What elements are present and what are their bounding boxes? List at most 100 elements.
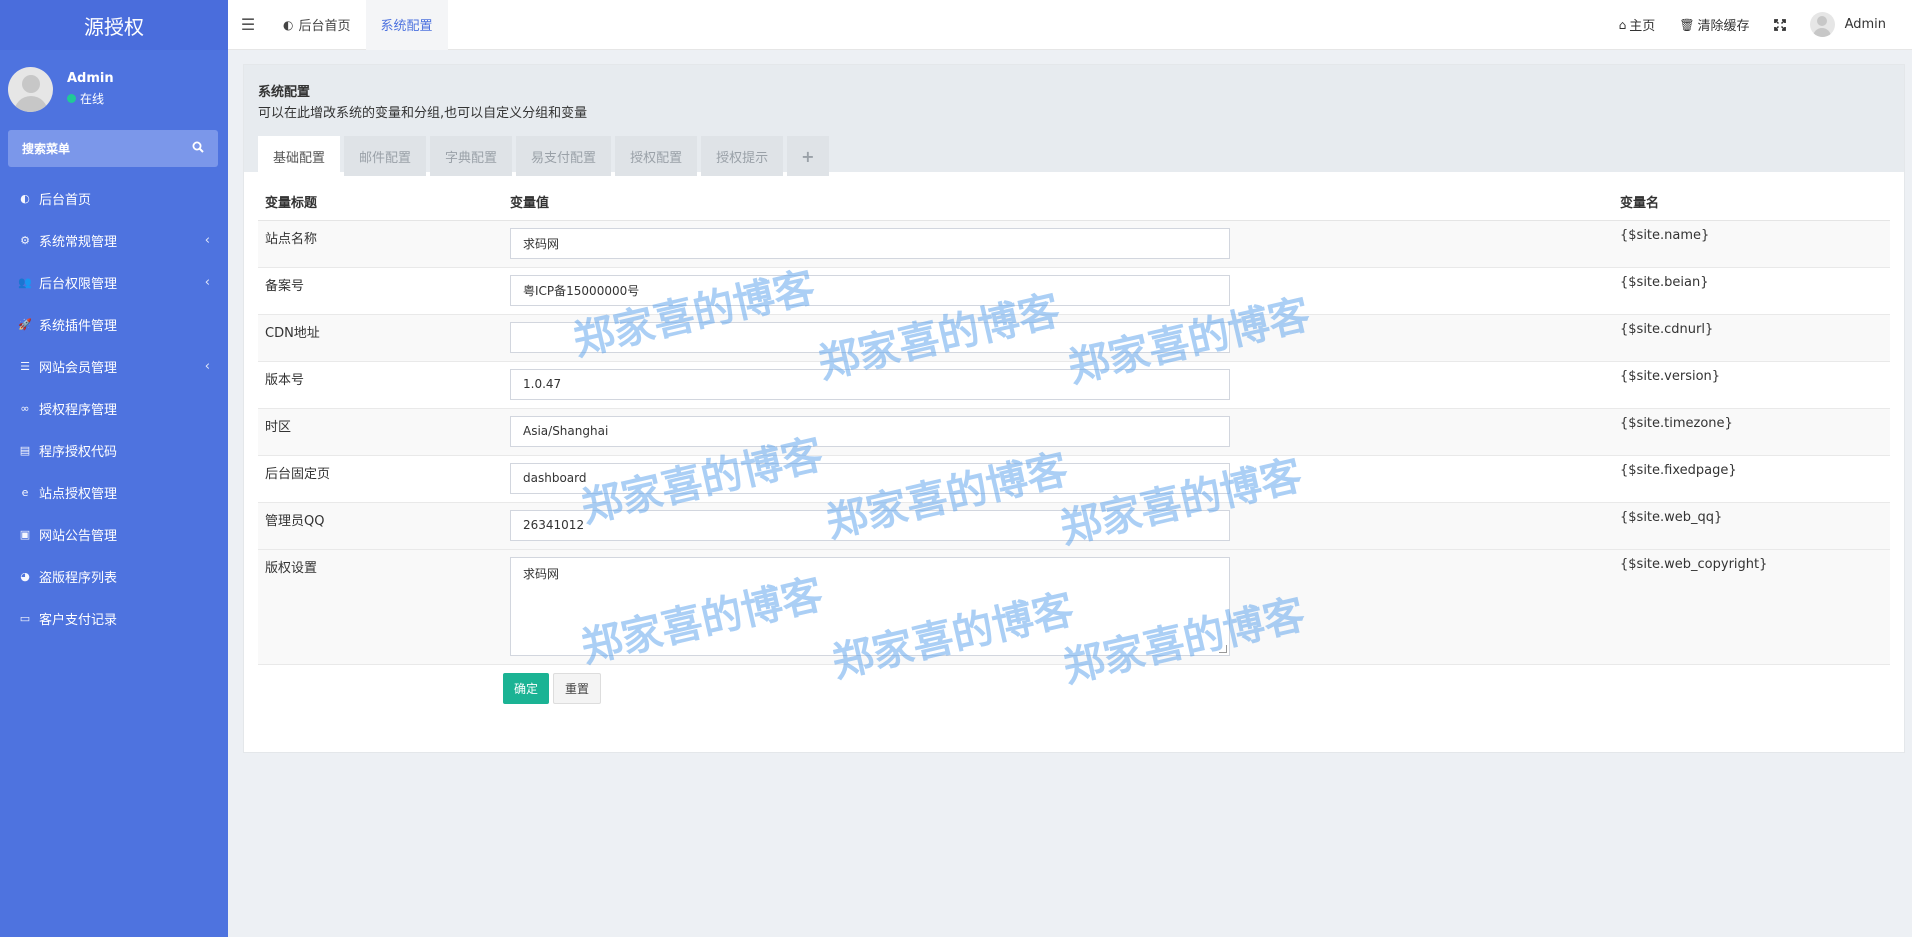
copyright-textarea[interactable]: 求码网: [510, 556, 1230, 656]
clear-cache-button[interactable]: 🗑 清除缓存: [1667, 15, 1761, 35]
value-input[interactable]: 粤ICP备15000000号: [510, 274, 1230, 306]
cogs-icon: ⚙: [20, 233, 30, 247]
sidebar-item[interactable]: 🚀 系统插件管理: [0, 303, 228, 345]
table-row: 备案号 粤ICP备15000000号 {$site.beian}: [258, 267, 1890, 315]
row-variable-name: {$site.name}: [1613, 220, 1890, 268]
user-avatar: [8, 66, 53, 112]
sidebar-item[interactable]: ▤ 程序授权代码: [0, 429, 228, 471]
home-link-label: 主页: [1629, 19, 1656, 34]
tab-dashboard[interactable]: ◐ 后台首页: [268, 0, 366, 50]
reset-button[interactable]: 重置: [553, 672, 602, 704]
app-logo[interactable]: 源授权: [0, 0, 228, 50]
row-title: 版本号: [258, 361, 503, 409]
user-menu[interactable]: Admin: [1798, 12, 1898, 37]
config-table: 变量标题 变量值 变量名 站点名称 求码网 {$site.name} 备案号 粤ICP备…: [258, 184, 1890, 665]
chevron-left-icon[interactable]: ‹: [205, 359, 210, 374]
config-tab[interactable]: 基础配置: [258, 136, 341, 176]
home-link[interactable]: ⌂ 主页: [1607, 15, 1668, 35]
tab-system-config-label: 系统配置: [380, 19, 433, 34]
table-row: 版本号 1.0.47 {$site.version}: [258, 361, 1890, 409]
copyright-textarea-value: 求码网: [523, 566, 560, 581]
sidebar-item[interactable]: e 站点授权管理: [0, 471, 228, 513]
config-tab[interactable]: 授权配置: [615, 136, 698, 176]
value-input[interactable]: Asia/Shanghai: [510, 415, 1230, 447]
row-variable-name: {$site.version}: [1613, 361, 1890, 409]
value-input[interactable]: [510, 321, 1230, 353]
table-row-copyright: 版权设置 求码网 {$site.web_copyright}: [258, 549, 1890, 665]
value-input[interactable]: 1.0.47: [510, 368, 1230, 400]
add-tab-button[interactable]: +: [787, 136, 829, 176]
drupal-icon: ◕: [20, 569, 30, 583]
row-title: 后台固定页: [258, 455, 503, 503]
rocket-icon: 🚀: [18, 317, 32, 331]
value-input[interactable]: 求码网: [510, 227, 1230, 259]
table-row: 管理员QQ 26341012 {$site.web_qq}: [258, 502, 1890, 550]
row-title: 版权设置: [258, 549, 503, 665]
sidebar-item-label: 网站公告管理: [39, 528, 118, 544]
config-tabs: 基础配置 邮件配置 字典配置 易支付配置 授权配置 授权提示 +: [258, 136, 1890, 176]
user-status-label: 在线: [80, 92, 105, 106]
sidebar-item-label: 客户支付记录: [39, 612, 118, 628]
value-input[interactable]: dashboard: [510, 462, 1230, 494]
tab-dashboard-label: 后台首页: [298, 19, 351, 34]
resize-grip-icon[interactable]: [1219, 644, 1227, 653]
dashboard-icon: ◐: [20, 191, 30, 205]
top-header: ☰ ◐ 后台首页 系统配置 ⌂ 主页 🗑 清除缓存 Admin: [228, 0, 1912, 50]
value-input-text: 粤ICP备15000000号: [523, 283, 640, 298]
table-row: 时区 Asia/Shanghai {$site.timezone}: [258, 408, 1890, 456]
search-icon[interactable]: [192, 141, 204, 156]
ie-icon: e: [21, 485, 29, 499]
sidebar-item-label: 系统插件管理: [39, 318, 118, 334]
config-tab[interactable]: 字典配置: [430, 136, 513, 176]
value-input-text: 求码网: [523, 236, 560, 251]
config-tab[interactable]: 易支付配置: [516, 136, 612, 176]
page-description: 可以在此增改系统的变量和分组,也可以自定义分组和变量: [258, 106, 588, 121]
config-tab[interactable]: 邮件配置: [344, 136, 427, 176]
chevron-left-icon[interactable]: ‹: [205, 275, 210, 290]
fullscreen-icon[interactable]: [1762, 18, 1798, 31]
users-icon: 👥: [18, 275, 32, 289]
clear-cache-label: 清除缓存: [1697, 19, 1750, 34]
row-variable-name: {$site.web_copyright}: [1613, 549, 1890, 665]
sidebar-item[interactable]: ◐ 后台首页: [0, 177, 228, 219]
value-input[interactable]: 26341012: [510, 509, 1230, 541]
sidebar-item-label: 后台首页: [39, 192, 92, 208]
value-input-text: Asia/Shanghai: [523, 424, 609, 438]
sidebar-item[interactable]: ∞ 授权程序管理: [0, 387, 228, 429]
sidebar-item[interactable]: ▣ 网站公告管理: [0, 513, 228, 555]
value-input-text: 1.0.47: [523, 377, 562, 391]
menu-toggle-icon[interactable]: ☰: [228, 0, 268, 50]
id-card-icon: ▤: [19, 443, 31, 457]
row-title: 备案号: [258, 267, 503, 315]
value-input-text: dashboard: [523, 471, 587, 485]
online-dot-icon: [67, 94, 76, 103]
row-title: 管理员QQ: [258, 502, 503, 550]
column-header-value: 变量值: [503, 184, 1613, 221]
header-username: Admin: [1844, 17, 1886, 32]
sidebar-item[interactable]: ☰ 网站会员管理 ‹: [0, 345, 228, 387]
column-header-title: 变量标题: [258, 184, 503, 221]
chevron-left-icon[interactable]: ‹: [205, 233, 210, 248]
table-row: CDN地址 {$site.cdnurl}: [258, 314, 1890, 362]
ok-button[interactable]: 确定: [503, 672, 550, 704]
pied-piper-icon: ∞: [20, 401, 30, 415]
sidebar-item-label: 网站会员管理: [39, 360, 118, 376]
menu-search-input[interactable]: 搜索菜单: [8, 130, 218, 167]
config-tab[interactable]: 授权提示: [701, 136, 784, 176]
value-input-text: 26341012: [523, 518, 585, 532]
trash-icon: 🗑: [1679, 17, 1695, 32]
table-row: 站点名称 求码网 {$site.name}: [258, 220, 1890, 268]
dashboard-icon: ◐: [283, 17, 294, 32]
user-name: Admin: [67, 71, 114, 86]
sidebar-item[interactable]: ◕ 盗版程序列表: [0, 555, 228, 597]
sidebar-item[interactable]: ▭ 客户支付记录: [0, 597, 228, 639]
row-variable-name: {$site.fixedpage}: [1613, 455, 1890, 503]
sidebar-item-label: 系统常规管理: [39, 234, 118, 250]
sidebar-item[interactable]: 👥 后台权限管理 ‹: [0, 261, 228, 303]
sidebar-item[interactable]: ⚙ 系统常规管理 ‹: [0, 219, 228, 261]
config-panel: 系统配置 可以在此增改系统的变量和分组,也可以自定义分组和变量 基础配置 邮件配置…: [243, 64, 1905, 753]
tab-system-config[interactable]: 系统配置: [365, 0, 448, 50]
panel-header: 系统配置 可以在此增改系统的变量和分组,也可以自定义分组和变量 基础配置 邮件配置…: [244, 65, 1904, 176]
sidebar-item-label: 后台权限管理: [39, 276, 118, 292]
sidebar-item-label: 授权程序管理: [39, 402, 118, 418]
